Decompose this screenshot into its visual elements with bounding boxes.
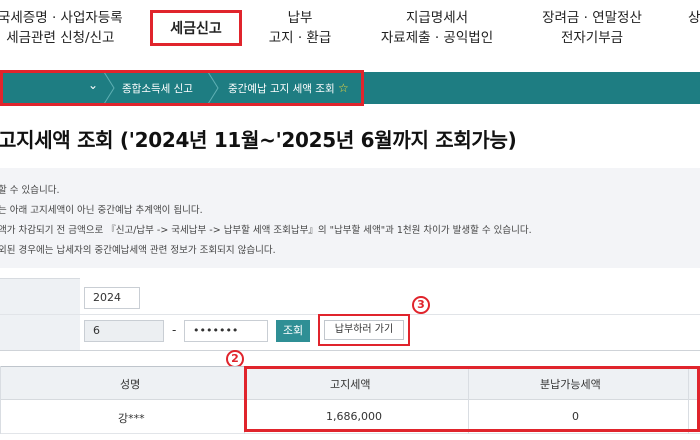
nav-item-incentives[interactable]: 장려금 · 연말정산 전자기부금 [530,8,654,48]
nav-item-partial-label: 상 [688,10,700,26]
notice-line-4: 외된 경우에는 납세자의 중간예납세액 관련 정보가 조회되지 않습니다. [0,245,276,256]
top-navigation: 국세증명 · 사업자등록 세금관련 신청/신고 세금신고 납부 고지 · 환급 … [0,0,700,64]
nav-item-certificates-line2: 세금관련 신청/신고 [6,30,115,46]
go-to-payment-button[interactable]: 납부하러 가기 [324,320,404,340]
year-select[interactable]: 2024 [84,287,140,309]
nav-item-certificates-line1: 국세증명 · 사업자등록 [0,10,123,26]
column-divider [0,366,1,434]
nav-item-partial[interactable]: 상 [688,8,700,28]
id-back-input[interactable]: ••••••• [184,320,268,342]
nav-item-statements[interactable]: 지급명세서 자료제출 · 공익법인 [372,8,502,48]
notice-line-3: 액가 차감되기 전 금액으로 『신고/납부 -> 국세납부 -> 납부할 세액 … [0,225,532,236]
page-title: 고지세액 조회 ('2024년 11월~'2025년 6월까지 조회가능) [0,128,517,152]
nav-item-incentives-line1: 장려금 · 연말정산 [542,10,642,26]
callout-3: 3 [412,296,430,314]
notice-box: 할 수 있습니다. 는 아래 고지세액이 아닌 중간예납 추계액이 됩니다. 액… [0,168,700,268]
notice-line-1: 할 수 있습니다. [0,185,60,196]
nav-item-certificates[interactable]: 국세증명 · 사업자등록 세금관련 신청/신고 [0,8,123,48]
nav-item-statements-line2: 자료제출 · 공익법인 [380,30,494,46]
cell-name: 강*** [118,412,145,425]
nav-item-payment[interactable]: 납부 고지 · 환급 [264,8,336,48]
nav-item-statements-line1: 지급명세서 [405,10,469,26]
notice-line-2: 는 아래 고지세액이 아닌 중간예납 추계액이 됩니다. [0,205,203,216]
nav-item-payment-line2: 고지 · 환급 [268,30,332,46]
nav-item-incentives-line2: 전자기부금 [560,30,624,46]
table-highlight [244,366,700,432]
id-dash: - [172,323,177,337]
id-front-input[interactable]: 6 [84,320,164,342]
column-header-name: 성명 [120,378,141,391]
search-button[interactable]: 조회 [276,320,310,342]
nav-item-payment-line1: 납부 [287,10,313,26]
nav-item-tax-filing[interactable]: 세금신고 [153,18,239,38]
breadcrumb-highlight [0,70,364,106]
form-divider [0,350,700,351]
